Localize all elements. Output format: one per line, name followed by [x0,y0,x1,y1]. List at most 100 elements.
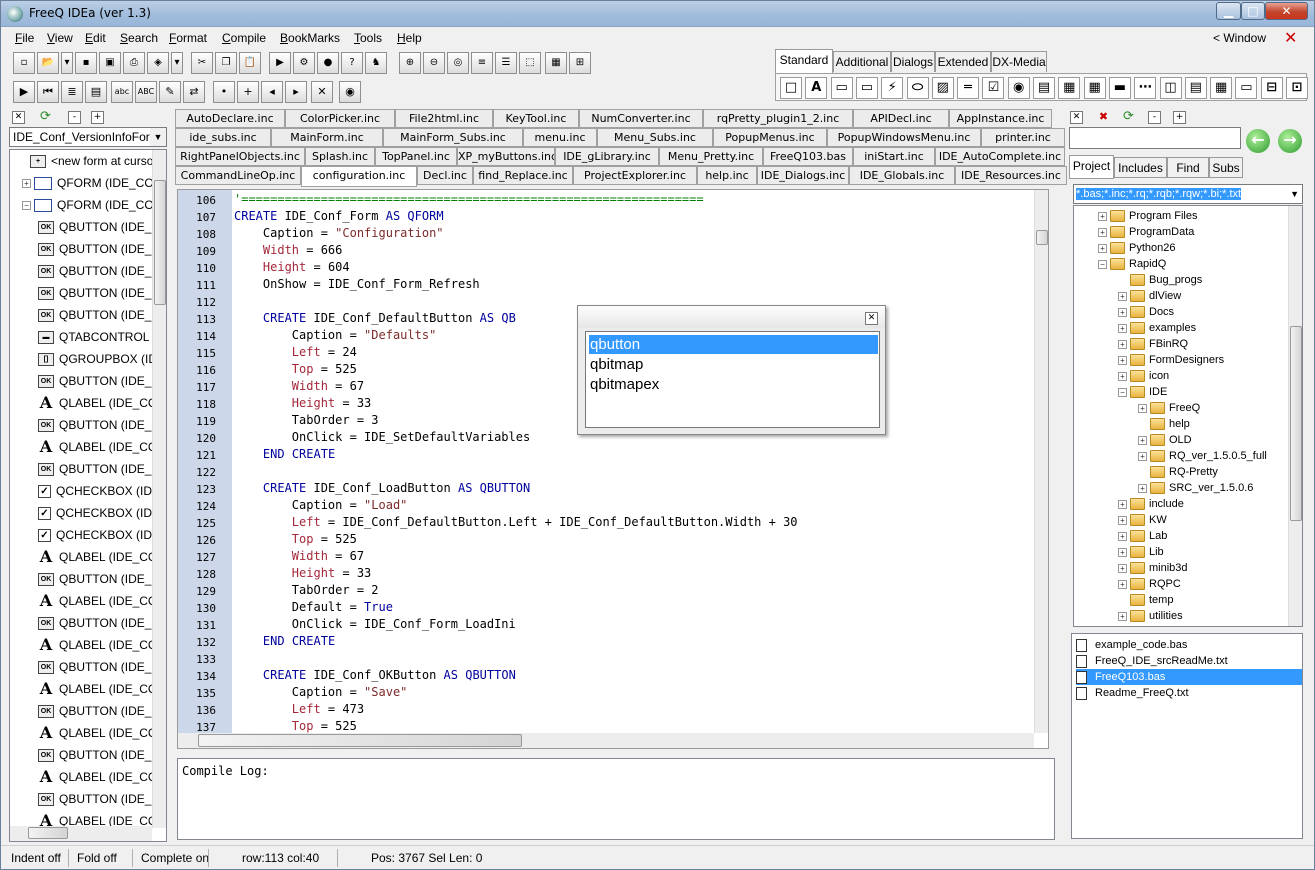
tab-ide-globals-inc[interactable]: IDE_Globals.inc [849,166,955,185]
folder-scroll-thumb[interactable] [1290,326,1302,521]
expand-toggle-icon[interactable]: − [1098,259,1107,269]
code-line[interactable]: END CREATE [234,634,335,648]
expand-toggle-icon[interactable]: + [1118,291,1127,301]
tree-item[interactable]: OK QBUTTON (IDE_ [38,458,166,480]
radio-tool-icon[interactable]: ◉ [1007,77,1030,99]
expand-toggle-icon[interactable]: + [1098,211,1107,221]
code-line[interactable]: END CREATE [234,447,335,461]
tab-colorpicker-inc[interactable]: ColorPicker.inc [285,109,395,128]
zoom-in-icon[interactable]: ⊕ [399,52,421,74]
tab-keytool-inc[interactable]: KeyTool.inc [493,109,579,128]
folder-item[interactable]: + Lab [1118,528,1167,544]
new-file-icon[interactable]: ▫ [13,52,35,74]
refresh-icon[interactable]: ⟳ [1122,110,1135,124]
tree-item[interactable]: − QFORM (IDE_CON [22,194,162,216]
tab-subs[interactable]: Subs [1209,157,1243,178]
list-view-icon[interactable]: ≣ [61,81,83,103]
menu-compile[interactable]: Compile [222,31,266,45]
expand-toggle-icon[interactable]: + [1118,563,1127,573]
code-line[interactable]: Width = 67 [234,379,364,393]
back-arrow-icon[interactable]: ← [1246,129,1270,153]
autocomplete-item[interactable]: qbitmap [589,355,878,374]
tab-menu-subs-inc[interactable]: Menu_Subs.inc [597,128,713,147]
horse-icon[interactable]: ♞ [365,52,387,74]
tab-xp-mybuttons-inc[interactable]: XP_myButtons.inc [457,147,555,166]
tree-item[interactable]: OK QBUTTON (IDE_ [38,744,166,766]
code-line[interactable]: Height = 604 [234,260,350,274]
tree-item[interactable]: OK QBUTTON (IDE_ [38,788,166,810]
expand-icon[interactable]: + [1173,111,1186,124]
code-line[interactable]: Caption = "Save" [234,685,408,699]
file-item[interactable]: FreeQ_IDE_srcReadMe.txt [1076,653,1302,669]
tab-help-inc[interactable]: help.inc [697,166,757,185]
expand-toggle-icon[interactable]: + [22,179,31,189]
tab-mainform-subs-inc[interactable]: MainForm_Subs.inc [383,128,523,147]
help-icon[interactable]: ? [341,52,363,74]
tree-item[interactable]: ✓ QCHECKBOX (ID [38,502,166,524]
folder-item[interactable]: temp [1118,592,1173,608]
status-indent[interactable]: Indent off [11,849,61,867]
tree-item[interactable]: ✓ QCHECKBOX (ID [38,524,166,546]
reset-icon[interactable]: ◎ [447,52,469,74]
tab-printer-inc[interactable]: printer.inc [981,128,1065,147]
tab-find-replace-inc[interactable]: find_Replace.inc [473,166,573,185]
expand-toggle-icon[interactable]: + [1138,451,1147,461]
tab-includes[interactable]: Includes [1114,157,1167,178]
brush-icon[interactable]: ✎ [159,81,181,103]
tree-item[interactable]: OK QBUTTON (IDE_ [38,282,166,304]
palette-tab-dialogs[interactable]: Dialogs [891,51,935,72]
editor-scroll-thumb[interactable] [1036,230,1048,245]
code-line[interactable]: Caption = "Defaults" [234,328,437,342]
treeview-tool-icon[interactable]: ▬ [1108,77,1131,99]
code-line[interactable]: CREATE IDE_Conf_Form AS QFORM [234,209,444,223]
tab-mainform-inc[interactable]: MainForm.inc [271,128,383,147]
autocomplete-item[interactable]: qbutton [589,335,878,354]
collapse-icon[interactable]: - [1148,111,1161,124]
tab-menu-inc[interactable]: menu.inc [523,128,597,147]
tab-rqpretty-plugin1-2-inc[interactable]: rqPretty_plugin1_2.inc [703,109,853,128]
folder-item[interactable]: + FreeQ [1138,400,1200,416]
folder-item[interactable]: + Python26 [1098,240,1175,256]
expand-toggle-icon[interactable]: + [1138,483,1147,493]
folder-item[interactable]: + include [1118,496,1184,512]
tab-ide-dialogs-inc[interactable]: IDE_Dialogs.inc [757,166,849,185]
code-line[interactable]: Caption = "Load" [234,498,408,512]
code-line[interactable]: TabOrder = 3 [234,413,379,427]
tree-item[interactable]: OK QBUTTON (IDE_ [38,260,166,282]
palette-tab-extended[interactable]: Extended [935,51,991,72]
menu-bookmarks[interactable]: BookMarks [280,31,340,45]
close-document-icon[interactable]: ✕ [1284,28,1297,47]
code-line[interactable]: TabOrder = 2 [234,583,379,597]
tree-item[interactable]: ✓ QCHECKBOX (ID [38,480,166,502]
autocomplete-titlebar[interactable]: ✕ [578,306,885,328]
folder-item[interactable]: help [1138,416,1190,432]
code-line[interactable]: Default = True [234,600,393,614]
tab-autodeclare-inc[interactable]: AutoDeclare.inc [175,109,285,128]
window-menu[interactable]: < Window [1213,31,1266,45]
code-line[interactable]: Width = 67 [234,549,364,563]
layers-icon[interactable]: ≡ [471,52,493,74]
tab-appinstance-inc[interactable]: AppInstance.inc [949,109,1052,128]
tree-item[interactable]: OK QBUTTON (IDE_ [38,414,166,436]
globe-icon[interactable]: ◉ [339,81,361,103]
expand-toggle-icon[interactable]: + [1118,307,1127,317]
menu-search[interactable]: Search [120,31,158,45]
menu-view[interactable]: View [47,31,73,45]
code-line[interactable]: '=======================================… [234,192,704,206]
menu-edit[interactable]: Edit [85,31,106,45]
palette-tab-additional[interactable]: Additional [833,51,891,72]
tree-item[interactable]: OK QBUTTON (IDE_ [38,612,166,634]
tree-item[interactable]: OK QBUTTON (IDE_ [38,370,166,392]
code-line[interactable]: Height = 33 [234,396,371,410]
status-fold[interactable]: Fold off [77,849,117,867]
open-icon[interactable]: 📂 [37,52,59,74]
status-complete[interactable]: Complete on [141,849,209,867]
code-line[interactable]: CREATE IDE_Conf_OKButton AS QBUTTON [234,668,516,682]
expand-toggle-icon[interactable]: − [1118,387,1127,397]
folder-item[interactable]: + icon [1118,368,1169,384]
folder-item[interactable]: − RapidQ [1098,256,1166,272]
tab-ide-glibrary-inc[interactable]: IDE_gLibrary.inc [555,147,659,166]
tab-ide-subs-inc[interactable]: ide_subs.inc [175,128,271,147]
object-selector-combo[interactable]: IDE_Conf_VersionInfoForm A ▼ [9,127,167,147]
code-line[interactable]: CREATE IDE_Conf_LoadButton AS QBUTTON [234,481,530,495]
